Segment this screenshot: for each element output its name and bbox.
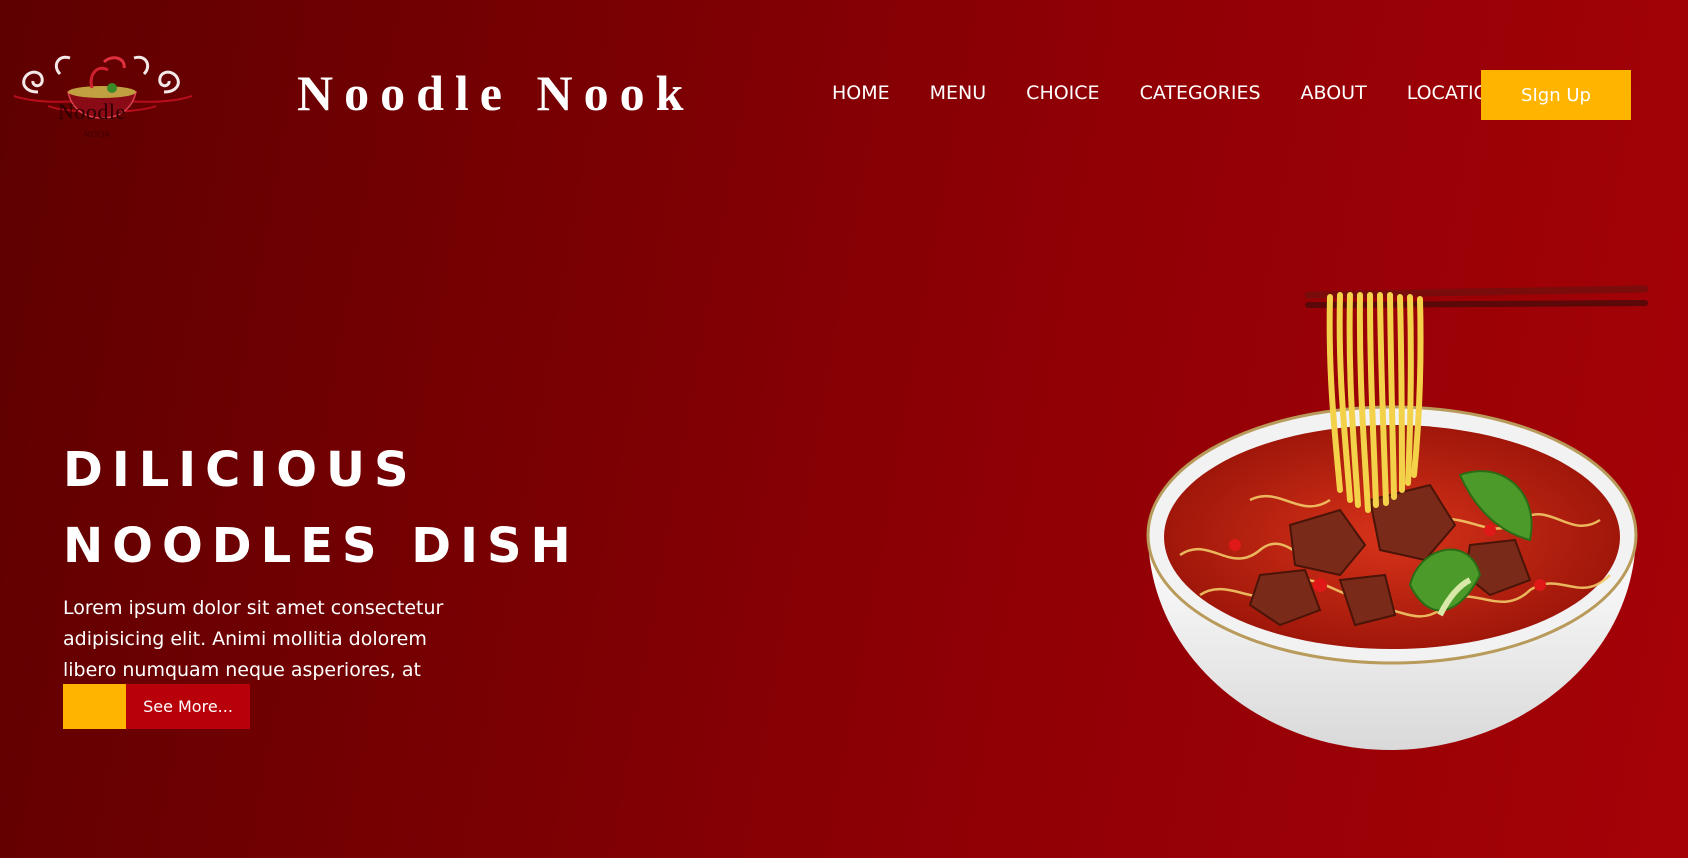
signup-button[interactable]: SIgn Up — [1481, 70, 1631, 120]
cta-group: See More... — [63, 684, 250, 729]
hero-title-line-1: DILICIOUS — [63, 442, 418, 498]
hero-title-line-2: NOODLES DISH — [63, 518, 580, 574]
nav-choice[interactable]: CHOICE — [1026, 82, 1099, 104]
nav-home[interactable]: HOME — [832, 82, 890, 104]
cta-accent-block — [63, 684, 126, 729]
nav-about[interactable]: ABOUT — [1301, 82, 1367, 104]
see-more-button[interactable]: See More... — [126, 684, 250, 729]
noodle-bowl-logo-icon — [13, 55, 193, 119]
brand-title: Noodle Nook — [297, 65, 695, 121]
nav-categories[interactable]: CATEGORIES — [1140, 82, 1261, 104]
logo[interactable]: Noodle NOOK — [8, 44, 196, 144]
hero-image — [1140, 285, 1650, 755]
logo-text: Noodle — [58, 99, 126, 124]
hero-title: DILICIOUS NOODLES DISH — [63, 432, 580, 584]
logo-subtext: NOOK — [84, 130, 112, 139]
nav-menu[interactable]: MENU — [930, 82, 987, 104]
main-nav: HOME MENU CHOICE CATEGORIES ABOUT LOCATI… — [832, 82, 1543, 104]
noodle-bowl-image-icon — [1146, 285, 1649, 750]
